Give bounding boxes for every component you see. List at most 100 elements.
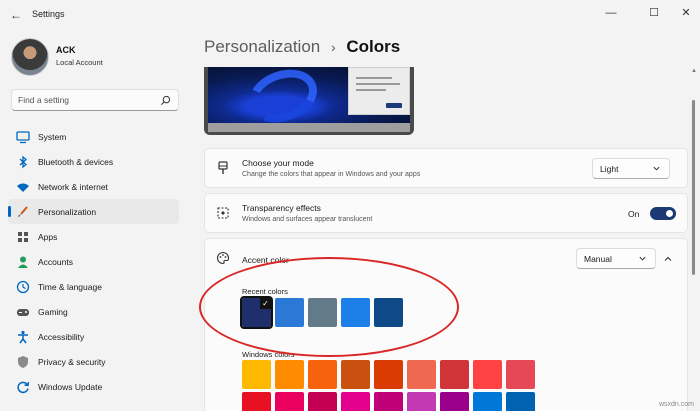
preview-line [356,89,386,91]
watermark: wsxdn.com [658,401,694,408]
bluetooth-icon [19,155,27,168]
account-type: Local Account [56,58,103,67]
windows-color-swatch[interactable] [341,392,370,411]
back-arrow-icon[interactable]: ← [8,7,24,23]
preview-window [348,67,410,115]
accent-mode-dropdown[interactable]: Manual [576,248,656,269]
search-placeholder: Find a setting [18,95,70,105]
windows-color-swatch[interactable] [407,392,436,411]
transparency-title: Transparency effects [242,203,321,213]
close-button[interactable]: ✕ [677,5,695,21]
windows-color-swatch[interactable] [440,392,469,411]
search-input[interactable]: Find a setting [11,89,179,111]
sidebar-item-time-language[interactable]: Time & language [8,274,179,299]
preview-line [356,83,400,85]
accent-dropdown-value: Manual [584,254,612,264]
globe-clock-icon [16,280,30,293]
accessibility-icon [18,330,28,343]
sidebar-item-label: Privacy & security [38,356,106,367]
windows-color-swatch[interactable] [506,360,535,389]
breadcrumb: Personalization › Colors [204,37,400,57]
sidebar-item-label: Gaming [38,306,68,317]
wallpaper-bloom-graphic [241,67,325,132]
preview-taskbar [208,123,410,132]
chevron-up-icon[interactable] [663,254,673,264]
sidebar-item-label: Accessibility [38,331,85,342]
windows-color-swatch[interactable] [308,392,337,411]
sidebar-item-accounts[interactable]: Accounts [8,249,179,274]
preview-wallpaper [208,67,410,132]
theme-preview [204,67,414,135]
sidebar-item-label: Time & language [38,281,102,292]
mode-dropdown-value: Light [600,164,619,174]
sidebar-item-label: Bluetooth & devices [38,156,114,167]
breadcrumb-separator: › [330,39,336,55]
sidebar-item-label: Network & internet [38,181,108,192]
sidebar-item-privacy[interactable]: Privacy & security [8,349,179,374]
sidebar-item-system[interactable]: System [8,124,179,149]
user-name: ACK [56,45,76,55]
sidebar-item-label: Personalization [38,206,97,217]
sidebar-item-accessibility[interactable]: Accessibility [8,324,179,349]
sidebar-item-personalization[interactable]: Personalization [8,199,179,224]
windows-color-swatch[interactable] [275,360,304,389]
sidebar-item-label: Windows Update [38,381,103,392]
palette-icon [217,251,230,265]
sidebar-item-gaming[interactable]: Gaming [8,299,179,324]
mode-dropdown[interactable]: Light [592,158,670,179]
sidebar-item-apps[interactable]: Apps [8,224,179,249]
transparency-toggle[interactable] [650,207,676,220]
shield-icon [18,355,28,368]
windows-color-swatch[interactable] [407,360,436,389]
settings-window: ← Settings — ☐ ✕ ACK Local Account Find … [0,0,700,411]
windows-color-swatch[interactable] [308,360,337,389]
windows-color-swatch[interactable] [242,360,271,389]
app-title: Settings [32,9,65,19]
sidebar-item-bluetooth[interactable]: Bluetooth & devices [8,149,179,174]
highlight-annotation [199,257,459,357]
sidebar-nav: System Bluetooth & devices Network & int… [8,124,179,399]
windows-color-swatch[interactable] [473,392,502,411]
windows-color-swatch[interactable] [275,392,304,411]
windows-color-swatch[interactable] [440,360,469,389]
paint-bucket-icon [218,161,228,174]
wifi-icon [17,183,29,192]
gamepad-icon [17,308,29,316]
transparency-card: Transparency effects Windows and surface… [204,193,688,233]
windows-color-swatch[interactable] [374,360,403,389]
chevron-down-icon [653,166,660,171]
transparency-icon [217,207,229,219]
search-icon[interactable] [160,95,171,106]
windows-color-swatch[interactable] [374,392,403,411]
sidebar-item-network[interactable]: Network & internet [8,174,179,199]
mode-description: Change the colors that appear in Windows… [242,171,421,178]
chevron-down-icon [639,256,646,261]
apps-icon [18,231,28,242]
breadcrumb-parent[interactable]: Personalization [204,37,320,56]
transparency-state: On [628,209,640,219]
sidebar-item-label: System [38,131,67,142]
person-icon [18,256,28,268]
page-title: Colors [346,37,401,56]
windows-color-swatch[interactable] [341,360,370,389]
windows-color-swatch[interactable] [242,392,271,411]
scrollbar[interactable] [692,100,695,275]
sidebar-item-windows-update[interactable]: Windows Update [8,374,179,399]
brush-icon [18,205,28,217]
windows-color-swatch[interactable] [473,360,502,389]
preview-line [356,77,392,79]
update-icon [17,381,30,393]
windows-color-swatch[interactable] [506,392,535,411]
mode-title: Choose your mode [242,158,314,168]
sidebar-item-label: Accounts [38,256,73,267]
minimize-button[interactable]: — [602,5,620,21]
avatar[interactable] [11,38,49,76]
scroll-up-icon[interactable]: ▲ [690,68,698,76]
toggle-knob [666,210,673,217]
title-bar: ← Settings — ☐ ✕ [0,0,700,30]
choose-mode-card: Choose your mode Change the colors that … [204,148,688,188]
transparency-description: Windows and surfaces appear translucent [242,216,373,223]
sidebar-item-label: Apps [38,231,58,242]
maximize-button[interactable]: ☐ [645,5,663,21]
preview-button [386,103,402,108]
